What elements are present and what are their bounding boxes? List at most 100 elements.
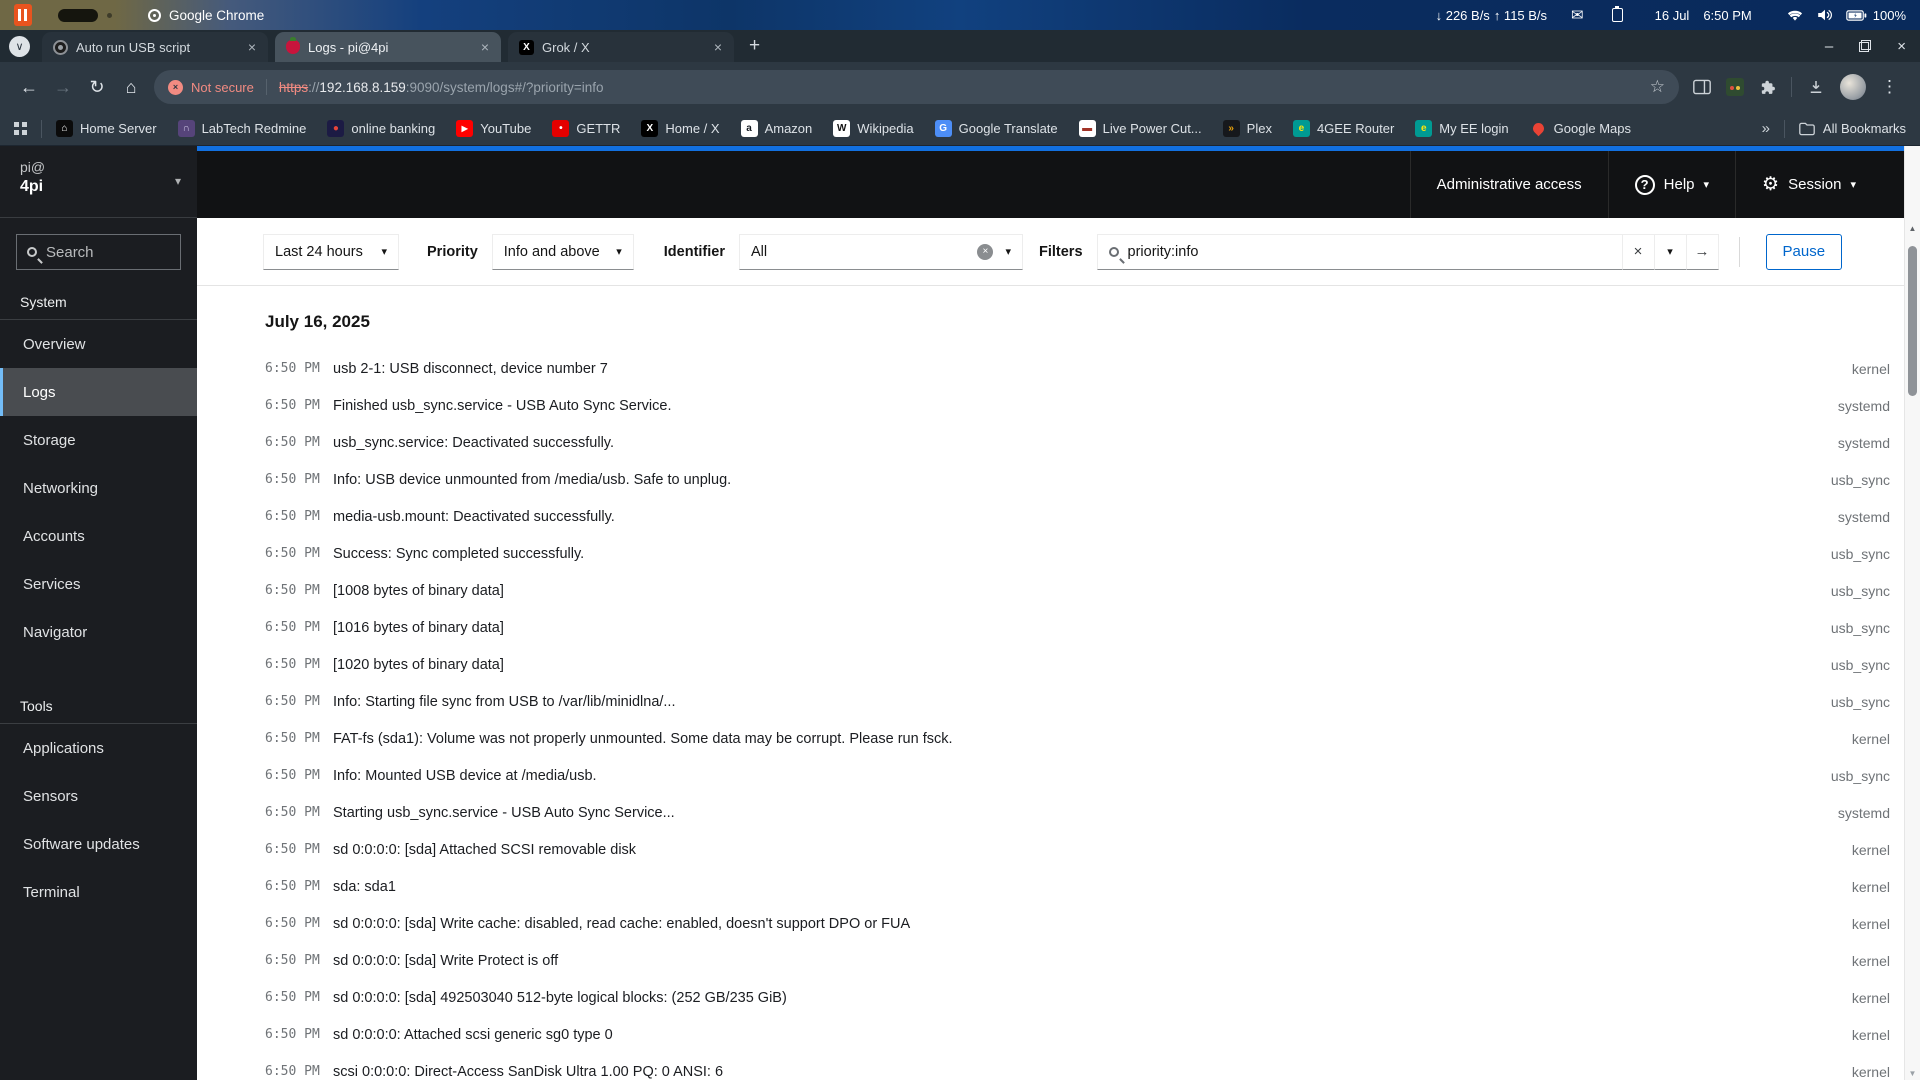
- priority-select[interactable]: Info and above ▾: [491, 233, 634, 270]
- bookmark-live-power-cut[interactable]: ▬ Live Power Cut...: [1078, 120, 1202, 137]
- extensions-puzzle-icon[interactable]: [1759, 79, 1776, 96]
- sidebar-item-networking[interactable]: Networking: [0, 464, 197, 512]
- filters-input[interactable]: [1127, 243, 1611, 260]
- scrollbar-thumb[interactable]: [1908, 246, 1917, 396]
- log-row[interactable]: 6:50 PM Finished usb_sync.service - USB A…: [265, 387, 1890, 424]
- search-input[interactable]: [46, 243, 170, 261]
- vertical-scrollbar[interactable]: ▲ ▼: [1904, 146, 1920, 1080]
- bookmark-home-x[interactable]: X Home / X: [641, 120, 720, 137]
- all-bookmarks-button[interactable]: All Bookmarks: [1823, 121, 1906, 136]
- log-row[interactable]: 6:50 PM Info: Starting file sync from USB…: [265, 683, 1890, 720]
- side-panel-icon[interactable]: [1693, 79, 1711, 95]
- bookmark-labtech-redmine[interactable]: ∩ LabTech Redmine: [177, 120, 306, 137]
- sidebar-item-applications[interactable]: Applications: [0, 724, 197, 772]
- log-row[interactable]: 6:50 PM sd 0:0:0:0: [sda] Write cache: di…: [265, 905, 1890, 942]
- sidebar-item-storage[interactable]: Storage: [0, 416, 197, 464]
- sidebar-item-sensors[interactable]: Sensors: [0, 772, 197, 820]
- browser-menu-icon[interactable]: ⋮: [1881, 77, 1898, 97]
- tab-close-icon[interactable]: ×: [710, 39, 726, 55]
- clear-identifier-icon[interactable]: ×: [977, 243, 994, 260]
- url-text[interactable]: https://192.168.8.159:9090/system/logs#/…: [279, 80, 604, 95]
- back-button[interactable]: ←: [12, 70, 46, 104]
- profile-avatar[interactable]: [1840, 74, 1866, 100]
- forward-button[interactable]: →: [46, 70, 80, 104]
- session-menu[interactable]: ⚙ Session ▾: [1736, 151, 1882, 218]
- home-button[interactable]: ⌂: [114, 70, 148, 104]
- bookmark-4gee-router[interactable]: e 4GEE Router: [1292, 120, 1394, 137]
- window-minimize-button[interactable]: –: [1825, 38, 1833, 55]
- bookmark-google-maps[interactable]: Google Maps: [1530, 120, 1631, 137]
- bookmark-my-ee-login[interactable]: e My EE login: [1415, 120, 1509, 137]
- log-row[interactable]: 6:50 PM sd 0:0:0:0: Attached scsi generic…: [265, 1016, 1890, 1053]
- sidebar-item-terminal[interactable]: Terminal: [0, 868, 197, 916]
- downloads-icon[interactable]: [1807, 78, 1825, 96]
- log-row[interactable]: 6:50 PM FAT-fs (sda1): Volume was not pro…: [265, 720, 1890, 757]
- sidebar-item-accounts[interactable]: Accounts: [0, 512, 197, 560]
- tray-date[interactable]: 16 Jul: [1655, 8, 1690, 23]
- bookmark-youtube[interactable]: ▶ YouTube: [456, 120, 531, 137]
- clear-filters-button[interactable]: ×: [1621, 233, 1655, 270]
- window-close-button[interactable]: ×: [1897, 38, 1906, 55]
- log-row[interactable]: 6:50 PM [1008 bytes of binary data] usb_sy…: [265, 572, 1890, 609]
- tab-auto-run-usb-script[interactable]: Auto run USB script ×: [42, 32, 268, 62]
- apps-grid-icon[interactable]: [14, 122, 27, 135]
- log-row[interactable]: 6:50 PM usb_sync.service: Deactivated suc…: [265, 424, 1890, 461]
- launcher-icon[interactable]: [14, 4, 32, 26]
- tab-close-icon[interactable]: ×: [477, 39, 493, 55]
- host-switcher[interactable]: pi@ 4pi ▾: [0, 146, 197, 218]
- bookmarks-overflow-chevron[interactable]: »: [1762, 120, 1770, 137]
- pause-button[interactable]: Pause: [1765, 233, 1843, 270]
- log-row[interactable]: 6:50 PM sda: sda1 kernel: [265, 868, 1890, 905]
- bookmark-home-server[interactable]: ⌂ Home Server: [56, 120, 157, 137]
- bookmark-gettr[interactable]: • GETTR: [552, 120, 620, 137]
- bookmark-wikipedia[interactable]: W Wikipedia: [833, 120, 914, 137]
- help-menu[interactable]: ? Help ▾: [1609, 151, 1735, 218]
- log-row[interactable]: 6:50 PM sd 0:0:0:0: [sda] 492503040 512-b…: [265, 979, 1890, 1016]
- scroll-up-arrow[interactable]: ▲: [1905, 224, 1920, 233]
- bookmark-star-icon[interactable]: ☆: [1640, 77, 1665, 97]
- log-row[interactable]: 6:50 PM Info: Mounted USB device at /medi…: [265, 757, 1890, 794]
- window-restore-button[interactable]: [1859, 40, 1872, 52]
- log-row[interactable]: 6:50 PM scsi 0:0:0:0: Direct-Access SanDi…: [265, 1053, 1890, 1080]
- tray-clock[interactable]: 6:50 PM: [1703, 8, 1751, 23]
- log-row[interactable]: 6:50 PM [1016 bytes of binary data] usb_sy…: [265, 609, 1890, 646]
- filters-dropdown-button[interactable]: ▾: [1653, 233, 1687, 270]
- security-label[interactable]: Not secure: [191, 80, 254, 95]
- log-row[interactable]: 6:50 PM Info: USB device unmounted from /…: [265, 461, 1890, 498]
- tab-grok-x[interactable]: X Grok / X ×: [508, 32, 734, 62]
- bookmark-amazon[interactable]: a Amazon: [740, 120, 812, 137]
- mail-icon[interactable]: ✉: [1571, 6, 1584, 24]
- sidebar-item-software-updates[interactable]: Software updates: [0, 820, 197, 868]
- filters-search-box[interactable]: [1096, 233, 1623, 270]
- extension-icon[interactable]: [1726, 78, 1744, 96]
- wifi-icon[interactable]: [1786, 8, 1804, 22]
- new-tab-button[interactable]: +: [749, 35, 760, 57]
- bookmark-plex[interactable]: » Plex: [1222, 120, 1272, 137]
- log-row[interactable]: 6:50 PM usb 2-1: USB disconnect, device n…: [265, 350, 1890, 387]
- apply-filters-button[interactable]: →: [1685, 233, 1719, 270]
- sidebar-item-services[interactable]: Services: [0, 560, 197, 608]
- sidebar-item-overview[interactable]: Overview: [0, 320, 197, 368]
- bookmark-google-translate[interactable]: G Google Translate: [934, 120, 1058, 137]
- sidebar-search[interactable]: [16, 234, 181, 270]
- log-row[interactable]: 6:50 PM media-usb.mount: Deactivated succ…: [265, 498, 1890, 535]
- log-row[interactable]: 6:50 PM [1020 bytes of binary data] usb_sy…: [265, 646, 1890, 683]
- reload-button[interactable]: ↻: [80, 70, 114, 104]
- log-row[interactable]: 6:50 PM Success: Sync completed successfu…: [265, 535, 1890, 572]
- tab-search-button[interactable]: ∨: [9, 35, 30, 57]
- tab-close-icon[interactable]: ×: [244, 39, 260, 55]
- volume-icon[interactable]: [1817, 8, 1833, 22]
- log-row[interactable]: 6:50 PM sd 0:0:0:0: [sda] Write Protect i…: [265, 942, 1890, 979]
- sidebar-item-logs[interactable]: Logs: [0, 368, 197, 416]
- clipboard-icon[interactable]: [1611, 6, 1623, 22]
- log-row[interactable]: 6:50 PM sd 0:0:0:0: [sda] Attached SCSI r…: [265, 831, 1890, 868]
- log-row[interactable]: 6:50 PM Starting usb_sync.service - USB A…: [265, 794, 1890, 831]
- sidebar-item-navigator[interactable]: Navigator: [0, 608, 197, 656]
- bookmark-online-banking[interactable]: ● online banking: [327, 120, 435, 137]
- tab-logs-pi-4pi[interactable]: Logs - pi@4pi ×: [275, 32, 501, 62]
- scroll-down-arrow[interactable]: ▼: [1905, 1069, 1920, 1078]
- admin-access-button[interactable]: Administrative access: [1411, 151, 1608, 218]
- identifier-select[interactable]: All × ▾: [739, 233, 1023, 270]
- time-range-select[interactable]: Last 24 hours ▾: [263, 233, 399, 270]
- workspace-pill[interactable]: [58, 8, 98, 22]
